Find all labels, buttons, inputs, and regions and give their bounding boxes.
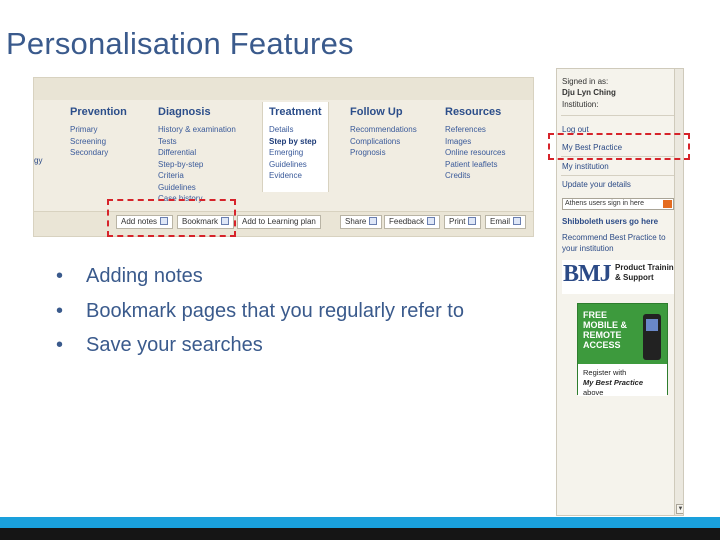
shibboleth-link[interactable]: Shibboleth users go here (562, 217, 658, 226)
bmj-tagline-line2: & Support (615, 273, 654, 282)
nav-link[interactable]: Prognosis (350, 147, 417, 159)
email-label: Email (490, 217, 511, 226)
promo-line: MOBILE & (583, 320, 627, 330)
nav-link[interactable]: Images (445, 136, 505, 148)
highlight-notes-bookmark (107, 199, 236, 237)
promo-line: REMOTE (583, 330, 622, 340)
scroll-down-arrow-icon[interactable]: ▼ (676, 504, 683, 514)
print-icon (468, 217, 477, 225)
nav-column-resources: Resources References Images Online resou… (445, 106, 505, 182)
nav-link[interactable]: Guidelines (269, 159, 322, 171)
nav-column-treatment: Treatment Details Step by step Emerging … (262, 102, 329, 192)
email-button[interactable]: Email (485, 215, 527, 229)
bmj-tagline: Product Training & Support (615, 263, 679, 283)
nav-link[interactable]: Recommendations (350, 124, 417, 136)
nav-link[interactable]: References (445, 124, 505, 136)
bullet-item: • Save your searches (56, 328, 464, 363)
nav-link[interactable]: Online resources (445, 147, 505, 159)
nav-link[interactable]: Primary (70, 124, 127, 136)
institution-label: Institution: (562, 100, 599, 109)
nav-link[interactable]: Emerging (269, 147, 322, 159)
divider (561, 175, 679, 176)
footer-dark-bar (0, 528, 720, 540)
promo-line: FREE (583, 310, 608, 320)
athens-login-value: Athens users sign in here (565, 200, 644, 207)
chevron-down-icon (663, 200, 672, 208)
nav-link[interactable]: Details (269, 124, 322, 136)
bullet-dot-icon: • (56, 299, 64, 322)
highlight-my-best-practice (548, 133, 690, 160)
nav-link[interactable]: Secondary (70, 147, 127, 159)
bullet-dot-icon: • (56, 334, 64, 356)
nav-top-strip (34, 78, 533, 100)
bullet-item: • Adding notes (56, 259, 464, 294)
mobile-access-promo[interactable]: FREE MOBILE & REMOTE ACCESS Register wit… (577, 303, 668, 397)
share-button[interactable]: Share (340, 215, 383, 229)
feedback-button[interactable]: Feedback (384, 215, 441, 229)
nav-link[interactable]: Evidence (269, 170, 322, 182)
athens-login-select[interactable]: Athens users sign in here (562, 198, 674, 210)
bullet-dot-icon: • (56, 265, 64, 287)
email-icon (513, 217, 522, 225)
nav-column-header[interactable]: Treatment (269, 106, 322, 118)
print-label: Print (449, 217, 466, 226)
nav-column-header[interactable]: Prevention (70, 106, 127, 118)
print-button[interactable]: Print (444, 215, 482, 229)
nav-link[interactable]: Guidelines (158, 182, 236, 194)
my-institution-link[interactable]: My institution (562, 162, 609, 171)
bullet-list: • Adding notes • Bookmark pages that you r… (56, 259, 464, 363)
update-details-link[interactable]: Update your details (562, 180, 631, 189)
promo-above-text: above (583, 388, 604, 397)
nav-link[interactable]: Criteria (158, 170, 236, 182)
promo-register-text: Register with (583, 368, 627, 377)
share-label: Share (345, 217, 367, 226)
feedback-label: Feedback (389, 217, 425, 226)
share-icon (369, 217, 378, 225)
signed-in-label: Signed in as: (562, 77, 609, 86)
promo-line: ACCESS (583, 340, 621, 350)
add-to-learning-plan-button[interactable]: Add to Learning plan (237, 215, 321, 229)
nav-left-edge-text: gy (34, 156, 43, 165)
nav-link[interactable]: Step-by-step (158, 159, 236, 171)
nav-column-diagnosis: Diagnosis History & examination Tests Di… (158, 106, 236, 205)
nav-link[interactable]: Patient leaflets (445, 159, 505, 171)
bmj-training-banner[interactable]: BMJ Product Training & Support (562, 260, 682, 294)
nav-link[interactable]: Differential (158, 147, 236, 159)
footer-accent-bar (0, 517, 720, 528)
nav-column-follow-up: Follow Up Recommendations Complications … (350, 106, 417, 159)
recommend-link-line1[interactable]: Recommend Best Practice to (562, 233, 666, 242)
bullet-text: Bookmark pages that you regularly refer … (86, 299, 464, 322)
nav-column-header[interactable]: Follow Up (350, 106, 417, 118)
user-name: Dju Lyn Ching (562, 88, 616, 97)
nav-link[interactable]: Complications (350, 136, 417, 148)
nav-column-header[interactable]: Resources (445, 106, 505, 118)
bullet-text: Save your searches (86, 334, 263, 356)
nav-link[interactable]: Credits (445, 170, 505, 182)
slide-title: Personalisation Features (6, 26, 354, 61)
nav-link-current[interactable]: Step by step (269, 136, 322, 148)
bmj-logo: BMJ (563, 261, 612, 287)
nav-link[interactable]: Tests (158, 136, 236, 148)
promo-footer: Register with My Best Practice above (578, 364, 667, 397)
phone-icon (643, 314, 661, 360)
promo-headline: FREE MOBILE & REMOTE ACCESS (583, 310, 627, 350)
nav-link[interactable]: History & examination (158, 124, 236, 136)
recommend-link-line2[interactable]: your institution (562, 244, 614, 253)
feedback-icon (427, 217, 436, 225)
divider (561, 115, 679, 116)
add-to-learning-plan-label: Add to Learning plan (242, 217, 316, 226)
bullet-item: • Bookmark pages that you regularly refer… (56, 294, 464, 329)
bullet-text: Adding notes (86, 265, 203, 287)
nav-column-prevention: Prevention Primary Screening Secondary (70, 106, 127, 159)
bmj-tagline-line1: Product Training (615, 263, 679, 272)
nav-link[interactable]: Screening (70, 136, 127, 148)
promo-my-best-practice: My Best Practice (583, 378, 644, 387)
nav-column-header[interactable]: Diagnosis (158, 106, 236, 118)
